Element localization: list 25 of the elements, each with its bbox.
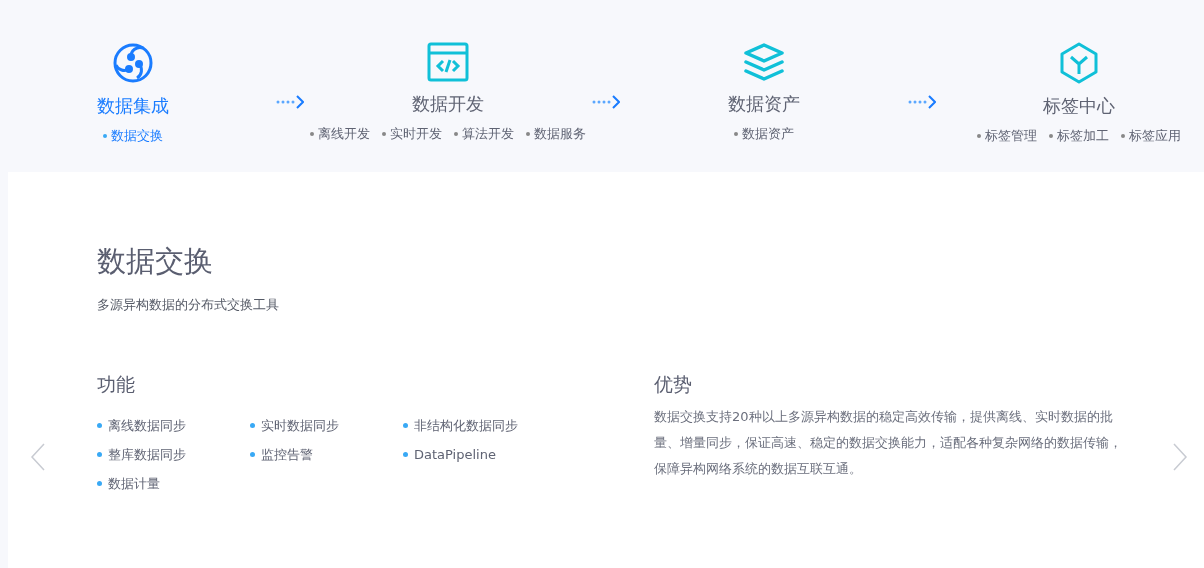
feature-item: DataPipeline	[403, 445, 603, 464]
feature-item: 实时数据同步	[250, 416, 403, 435]
stage-title[interactable]: 数据集成	[96, 94, 169, 118]
feature-item: 离线数据同步	[97, 416, 250, 435]
advantages-heading: 优势	[654, 372, 693, 397]
stage-title[interactable]: 标签中心	[1043, 94, 1116, 118]
stage-link[interactable]: 标签加工	[1049, 127, 1110, 145]
feature-item: 监控告警	[250, 445, 403, 464]
section-title: 数据交换	[97, 243, 214, 280]
stage-link[interactable]: 数据交换	[102, 127, 163, 145]
section-subtitle: 多源异构数据的分布式交换工具	[97, 296, 280, 314]
features-heading: 功能	[97, 372, 136, 397]
stage-link[interactable]: 算法开发	[454, 125, 515, 143]
feature-item: 非结构化数据同步	[403, 416, 603, 435]
feature-item: 整库数据同步	[97, 445, 250, 464]
stage-link[interactable]: 实时开发	[382, 125, 443, 143]
stage-link[interactable]: 标签应用	[1121, 127, 1182, 145]
stage-title[interactable]: 数据开发	[412, 92, 485, 116]
advantages-text: 数据交换支持20种以上多源异构数据的稳定高效传输，提供离线、实时数据的批量、增量同步，保证高速、稳定的数据交换能力，适配各种复杂网络的数据传输，保障异构网络系统的数据互联互通。	[654, 408, 1123, 478]
feature-item: 数据计量	[97, 474, 250, 493]
stage-link[interactable]: 离线开发	[310, 125, 371, 143]
stage-link[interactable]: 数据服务	[526, 125, 587, 143]
stage-link[interactable]: 标签管理	[977, 127, 1038, 145]
stage-title[interactable]: 数据资产	[727, 92, 800, 116]
stage-link[interactable]: 数据资产	[733, 125, 794, 143]
